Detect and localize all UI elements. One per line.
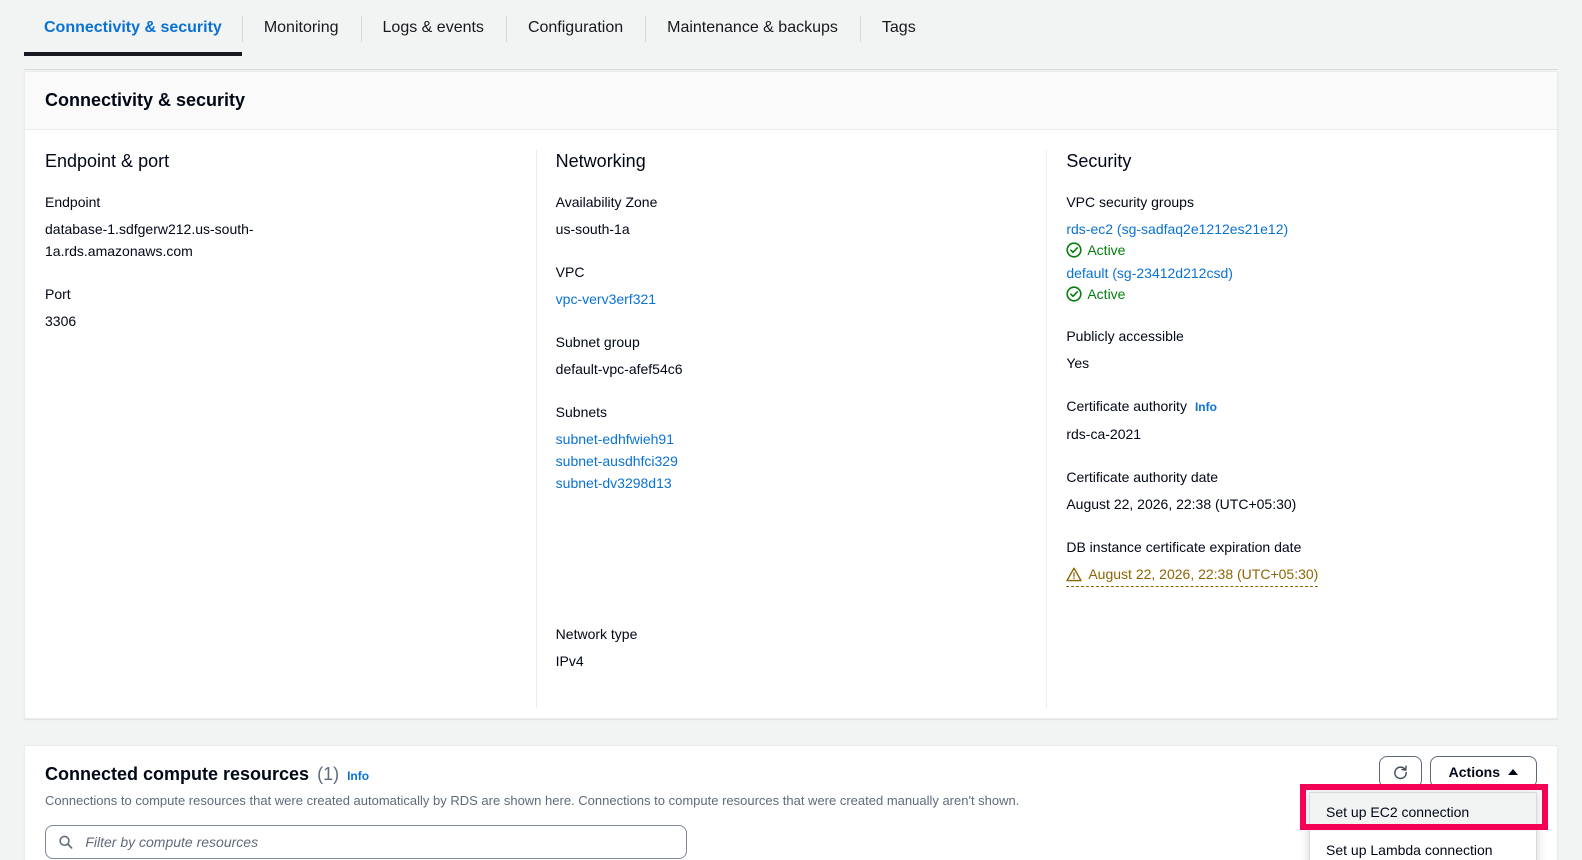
tab-label: Connectivity & security [44, 19, 222, 36]
vpc-security-groups-label: VPC security groups [1066, 192, 1194, 212]
publicly-accessible-field: Publicly accessible Yes [1066, 326, 1537, 374]
port-value: 3306 [45, 310, 295, 332]
tab-label: Tags [882, 19, 916, 36]
info-link[interactable]: Info [347, 769, 369, 783]
endpoint-port-heading: Endpoint & port [45, 150, 516, 172]
actions-dropdown-wrapper: Actions Set up EC2 connection Set up Lam… [1430, 756, 1537, 788]
check-circle-icon [1066, 242, 1082, 258]
actions-button-label: Actions [1449, 764, 1500, 780]
certificate-expiration-field: DB instance certificate expiration date … [1066, 537, 1537, 587]
connected-compute-title: Connected compute resources [45, 764, 309, 785]
networking-spacer [556, 516, 1027, 624]
tab-connectivity-security[interactable]: Connectivity & security [24, 0, 242, 54]
connectivity-columns: Endpoint & port Endpoint database-1.sdfg… [25, 130, 1557, 718]
search-input[interactable] [83, 833, 674, 851]
connected-compute-resources-container: Connected compute resources (1) Info Con… [24, 745, 1558, 860]
refresh-button[interactable] [1379, 756, 1422, 788]
info-link[interactable]: Info [1195, 397, 1217, 417]
tab-logs-events[interactable]: Logs & events [361, 0, 506, 54]
certificate-authority-date-field: Certificate authority date August 22, 20… [1066, 467, 1537, 515]
tab-label: Configuration [528, 19, 623, 36]
endpoint-field: Endpoint database-1.sdfgerw212.us-south-… [45, 192, 516, 262]
availability-zone-label: Availability Zone [556, 192, 658, 212]
warning-triangle-icon [1066, 567, 1082, 582]
tab-tags[interactable]: Tags [860, 0, 938, 54]
tab-monitoring[interactable]: Monitoring [242, 0, 361, 54]
connectivity-security-container: Connectivity & security Endpoint & port … [24, 71, 1558, 719]
certificate-authority-date-value: August 22, 2026, 22:38 (UTC+05:30) [1066, 493, 1406, 515]
menu-item-setup-ec2-connection[interactable]: Set up EC2 connection [1310, 793, 1536, 831]
security-group-link[interactable]: default (sg-23412d212csd) [1066, 262, 1233, 284]
check-circle-icon [1066, 286, 1082, 302]
menu-item-label: Set up EC2 connection [1326, 804, 1469, 820]
certificate-authority-label: Certificate authority [1066, 396, 1187, 416]
tab-label: Logs & events [383, 19, 484, 36]
refresh-icon [1392, 764, 1409, 781]
networking-heading: Networking [556, 150, 1027, 172]
menu-item-label: Set up Lambda connection [1326, 842, 1493, 858]
search-icon [58, 834, 73, 850]
certificate-expiration-value: August 22, 2026, 22:38 (UTC+05:30) [1088, 563, 1318, 585]
subnet-link[interactable]: subnet-dv3298d13 [556, 472, 672, 494]
vpc-security-groups-field: VPC security groups rds-ec2 (sg-sadfaq2e… [1066, 192, 1537, 304]
table-actions-area: Actions Set up EC2 connection Set up Lam… [1379, 756, 1537, 788]
endpoint-value: database-1.sdfgerw212.us-south-1a.rds.am… [45, 218, 295, 262]
certificate-expiration-warning: August 22, 2026, 22:38 (UTC+05:30) [1066, 563, 1318, 587]
endpoint-port-column: Endpoint & port Endpoint database-1.sdfg… [25, 130, 536, 718]
subnet-group-field: Subnet group default-vpc-afef54c6 [556, 332, 1027, 380]
endpoint-label: Endpoint [45, 192, 100, 212]
connected-compute-title-row: Connected compute resources (1) Info [45, 764, 1537, 785]
actions-dropdown-menu: Set up EC2 connection Set up Lambda conn… [1309, 792, 1537, 860]
actions-button[interactable]: Actions [1430, 756, 1537, 788]
subnet-group-label: Subnet group [556, 332, 640, 352]
availability-zone-value: us-south-1a [556, 218, 806, 240]
connectivity-security-header: Connectivity & security [25, 72, 1557, 130]
menu-item-setup-lambda-connection[interactable]: Set up Lambda connection [1310, 831, 1536, 860]
certificate-authority-date-label: Certificate authority date [1066, 467, 1218, 487]
tab-bar: Connectivity & security Monitoring Logs … [0, 0, 1582, 71]
vpc-link[interactable]: vpc-verv3erf321 [556, 288, 656, 310]
chevron-up-icon [1508, 769, 1518, 775]
subnet-link[interactable]: subnet-edhfwieh91 [556, 428, 674, 450]
availability-zone-field: Availability Zone us-south-1a [556, 192, 1027, 240]
tab-label: Monitoring [264, 19, 339, 36]
certificate-authority-value: rds-ca-2021 [1066, 423, 1316, 445]
subnets-field: Subnets subnet-edhfwieh91 subnet-ausdhfc… [556, 402, 1027, 494]
connected-compute-resources-header: Connected compute resources (1) Info Con… [25, 746, 1557, 811]
page-title: Connectivity & security [45, 90, 245, 111]
security-heading: Security [1066, 150, 1537, 172]
vpc-field: VPC vpc-verv3erf321 [556, 262, 1027, 310]
security-group-status: Active [1066, 284, 1537, 304]
connected-compute-count: (1) [317, 764, 339, 785]
tab-configuration[interactable]: Configuration [506, 0, 645, 54]
subnet-link[interactable]: subnet-ausdhfci329 [556, 450, 678, 472]
tab-bar-divider [24, 69, 1558, 70]
network-type-value: IPv4 [556, 650, 806, 672]
port-label: Port [45, 284, 71, 304]
port-field: Port 3306 [45, 284, 516, 332]
subnets-label: Subnets [556, 402, 607, 422]
tab-maintenance-backups[interactable]: Maintenance & backups [645, 0, 860, 54]
certificate-expiration-label: DB instance certificate expiration date [1066, 537, 1301, 557]
network-type-field: Network type IPv4 [556, 624, 1027, 672]
security-group-status: Active [1066, 240, 1537, 260]
publicly-accessible-label: Publicly accessible [1066, 326, 1184, 346]
security-group-link[interactable]: rds-ec2 (sg-sadfaq2e1212es21e12) [1066, 218, 1288, 240]
publicly-accessible-value: Yes [1066, 352, 1316, 374]
network-type-label: Network type [556, 624, 638, 644]
filter-input-wrapper[interactable] [45, 825, 687, 859]
certificate-authority-field: Certificate authority Info rds-ca-2021 [1066, 396, 1537, 445]
tab-label: Maintenance & backups [667, 19, 838, 36]
status-badge: Active [1087, 284, 1125, 304]
security-column: Security VPC security groups rds-ec2 (sg… [1046, 130, 1557, 718]
vpc-label: VPC [556, 262, 585, 282]
subnet-group-value: default-vpc-afef54c6 [556, 358, 806, 380]
status-badge: Active [1087, 240, 1125, 260]
networking-column: Networking Availability Zone us-south-1a… [536, 130, 1047, 718]
